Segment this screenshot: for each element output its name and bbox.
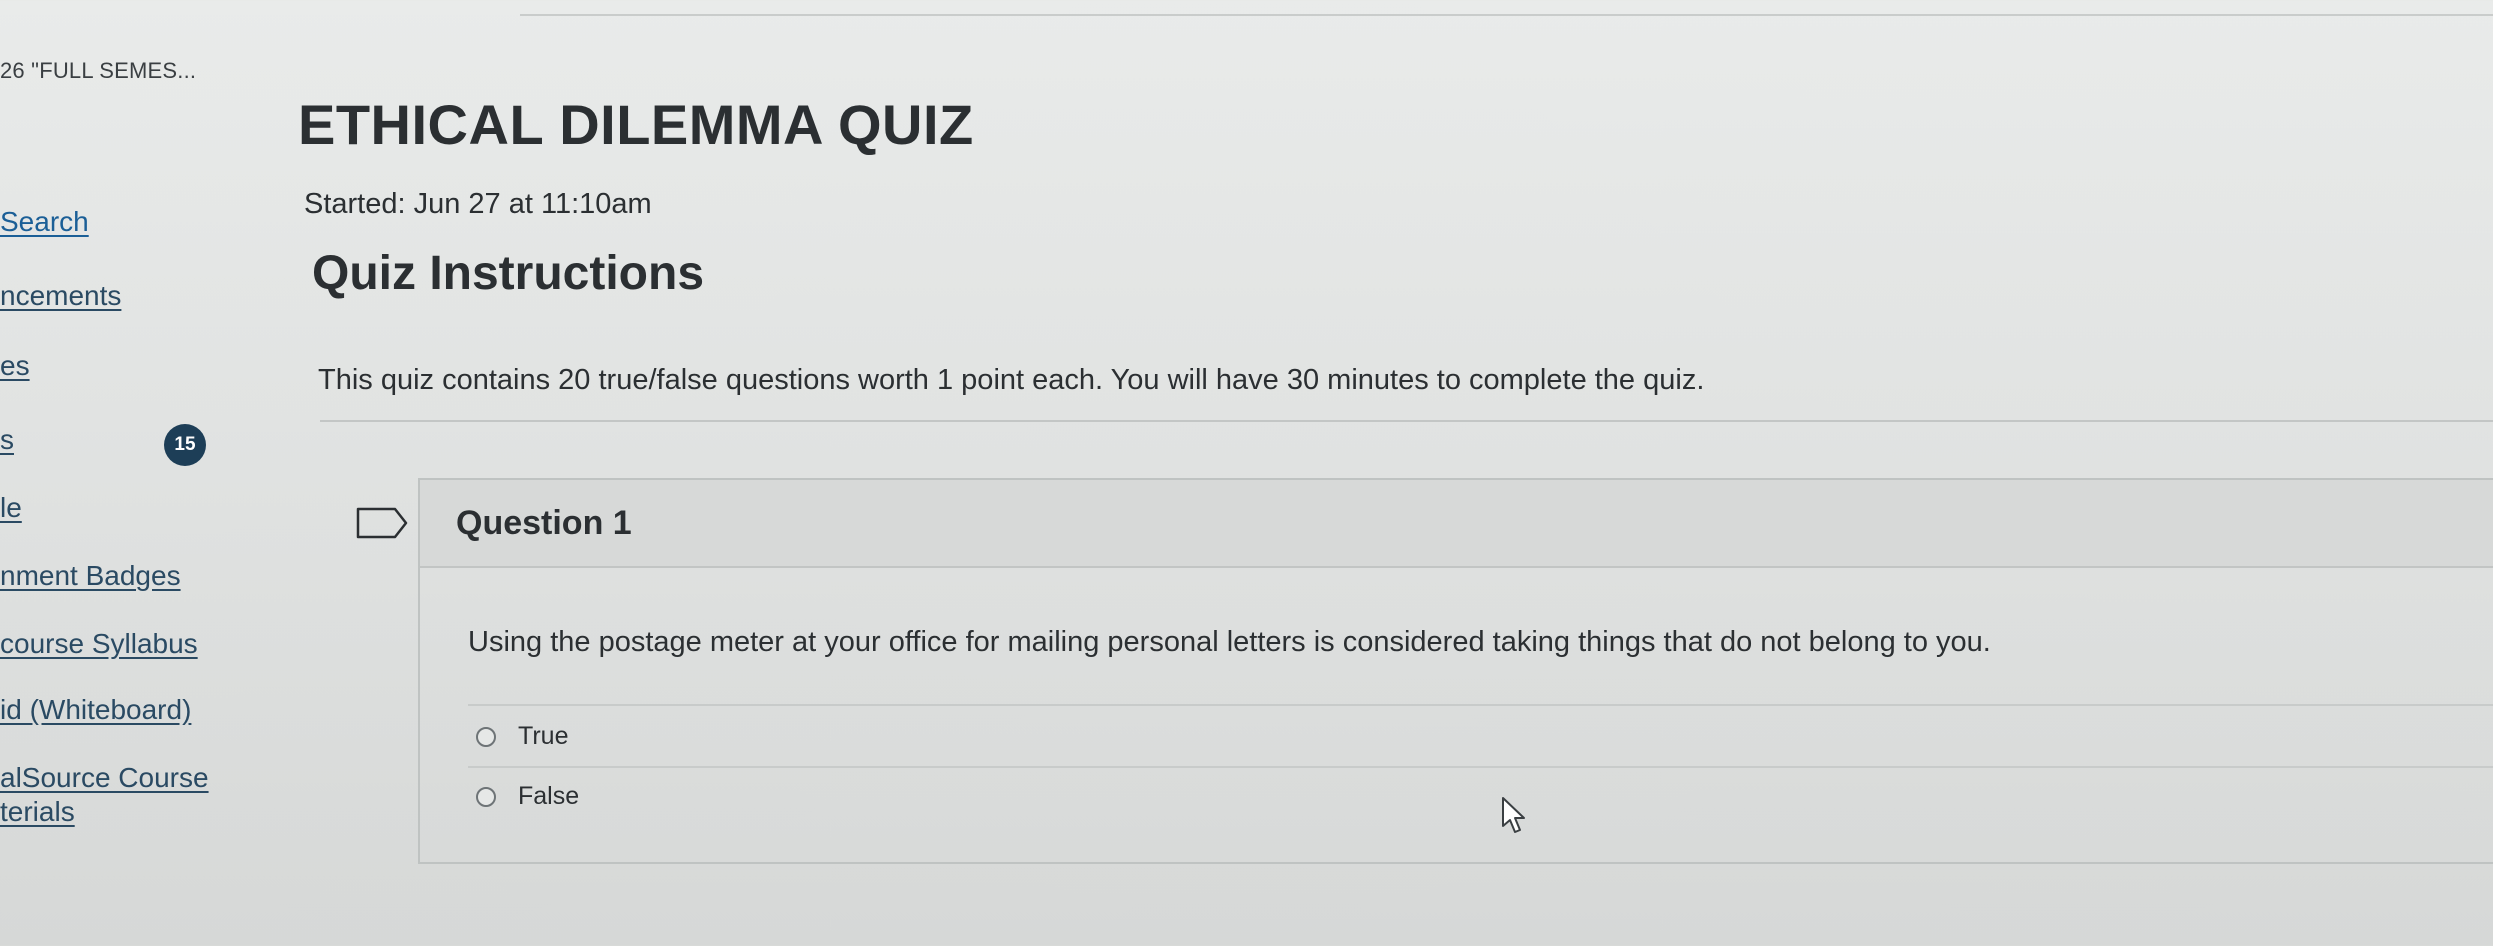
nav-item-materials[interactable]: terials	[0, 796, 75, 828]
quiz-instructions-text: This quiz contains 20 true/false questio…	[318, 364, 1705, 396]
quiz-title: ETHICAL DILEMMA QUIZ	[298, 93, 974, 156]
top-divider	[520, 14, 2493, 16]
nav-item-search[interactable]: Search	[0, 206, 89, 238]
answer-option-true[interactable]: True	[476, 722, 568, 751]
question-header: Question 1	[420, 480, 2493, 568]
nav-item-grades[interactable]: s	[0, 424, 14, 456]
question-card: Question 1 Using the postage meter at yo…	[418, 478, 2493, 864]
mouse-cursor-icon	[1502, 797, 1525, 833]
nav-item-course-syllabus[interactable]: course Syllabus	[0, 628, 198, 660]
answer-option-false[interactable]: False	[476, 782, 579, 811]
answer-label: True	[518, 722, 569, 750]
quiz-started-time: Started: Jun 27 at 11:10am	[304, 188, 652, 220]
answer-divider	[468, 704, 2493, 706]
nav-item-whiteboard[interactable]: id (Whiteboard)	[0, 694, 191, 726]
unread-count-badge: 15	[164, 424, 206, 466]
course-navigation: Search ncements es s 15 le nment Badges …	[0, 0, 260, 946]
question-text: Using the postage meter at your office f…	[468, 626, 1991, 658]
quiz-instructions-heading: Quiz Instructions	[312, 247, 705, 300]
radio-false[interactable]	[476, 786, 496, 807]
nav-item-people[interactable]: le	[0, 492, 22, 524]
radio-true[interactable]	[476, 726, 496, 747]
answer-label: False	[518, 782, 580, 810]
nav-item-realsource-course[interactable]: alSource Course	[0, 762, 209, 794]
nav-item-announcements[interactable]: ncements	[0, 280, 121, 312]
answer-divider	[468, 766, 2493, 768]
nav-item-modules[interactable]: es	[0, 350, 30, 382]
question-title: Question 1	[456, 504, 632, 542]
flag-question-icon[interactable]	[355, 506, 409, 540]
instructions-divider	[320, 420, 2493, 422]
nav-item-achievement-badges[interactable]: nment Badges	[0, 560, 181, 592]
